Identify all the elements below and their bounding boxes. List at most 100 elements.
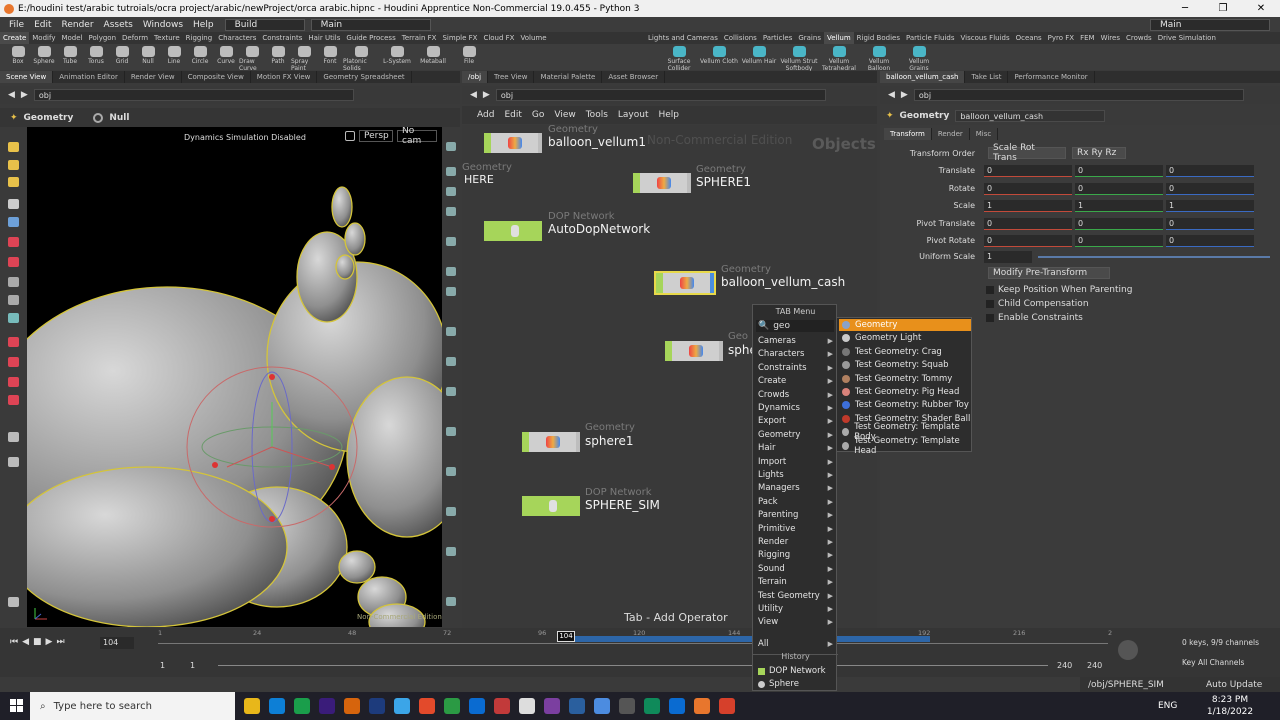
jump-end-icon[interactable]: ⏭ [56,637,64,647]
taskbar-app-icon[interactable] [569,698,585,714]
build-desktop-select[interactable]: Build [224,18,305,31]
shelf-tab[interactable]: Polygon [86,32,120,44]
params-forward-icon[interactable]: ▶ [901,90,908,100]
enable-constraints-checkbox[interactable]: Enable Constraints [986,313,1083,323]
display-ghost-icon[interactable] [446,207,456,216]
tab-menu-item[interactable]: Crowds ▶ [758,390,836,400]
rig-tool-icon[interactable] [8,395,19,405]
shelf-tab[interactable]: Grains [795,32,824,44]
network-menu-view[interactable]: View [549,110,580,120]
visibility-tool-icon[interactable] [8,432,19,442]
tab-menu-item[interactable]: Primitive ▶ [758,524,836,534]
current-frame-field[interactable]: 104 [100,637,134,649]
shelf-tool-button[interactable]: Vellum Cloth [699,44,739,65]
shelf-tool-button[interactable]: Platonic Solids [343,44,379,72]
tab-material-palette[interactable]: Material Palette [534,71,603,83]
tab-menu-item[interactable]: Export ▶ [758,416,836,426]
shelf-tab[interactable]: Drive Simulation [1155,32,1219,44]
menu-render[interactable]: Render [57,20,99,30]
paint-tool-icon[interactable] [8,357,19,367]
shelf-tab[interactable]: Terrain FX [399,32,440,44]
transform-order-select[interactable]: Scale Rot Trans [988,143,1066,163]
tab-menu-item[interactable]: Pack ▶ [758,497,836,507]
tab-composite-view[interactable]: Composite View [182,71,251,83]
node-sphere-partial[interactable] [665,341,723,361]
display-shade-icon[interactable] [446,187,456,196]
main-desktop-select[interactable]: Main [310,18,431,31]
taskbar-app-icon[interactable] [394,698,410,714]
shelf-tab[interactable]: Collisions [721,32,760,44]
network-menu-help[interactable]: Help [654,110,685,120]
taskbar-app-icon[interactable] [644,698,660,714]
rotation-order-select[interactable]: Rx Ry Rz [1072,147,1126,159]
shelf-tab[interactable]: Viscous Fluids [958,32,1013,44]
shelf-tab[interactable]: Vellum [823,32,854,44]
uniform-scale-field[interactable]: 1 [984,251,1032,263]
param-field[interactable]: 0 [1075,182,1163,195]
history-item-dop-network[interactable]: DOP Network [758,666,836,676]
param-field[interactable]: 0 [984,165,1072,177]
taskbar-app-icon[interactable] [244,698,260,714]
taskbar-app-icon[interactable] [294,698,310,714]
node-autodopnetwork[interactable] [484,221,542,241]
tab-performance-monitor[interactable]: Performance Monitor [1008,71,1095,83]
tab-menu-item[interactable]: Render ▶ [758,537,836,547]
tab-menu-item[interactable]: Dynamics ▶ [758,403,836,413]
shelf-tool-button[interactable]: Path [265,44,291,65]
shelf-tab[interactable]: Characters [215,32,259,44]
forward-arrow-icon[interactable]: ▶ [21,90,28,100]
param-field[interactable]: 0 [984,182,1072,195]
display-camera-icon[interactable] [446,237,456,246]
shelf-tab[interactable]: Lights and Cameras [645,32,721,44]
menu-assets[interactable]: Assets [99,20,138,30]
taskbar-app-icon[interactable] [319,698,335,714]
move-tool-icon[interactable] [8,160,19,170]
shelf-tool-button[interactable]: Line [161,44,187,65]
jump-start-icon[interactable]: ⏮ [10,637,18,647]
taskbar-date[interactable]: 1/18/2022 [1205,707,1255,717]
current-frame-marker[interactable]: 104 [557,631,575,642]
node-sphere-sim[interactable] [522,496,580,516]
taskbar-app-icon[interactable] [369,698,385,714]
menu-edit[interactable]: Edit [29,20,56,30]
shelf-tool-button[interactable]: Circle [187,44,213,65]
tab-misc[interactable]: Misc [970,128,999,140]
shelf-tool-button[interactable]: Surface Collider [659,44,699,72]
network-menu-edit[interactable]: Edit [499,110,526,120]
taskbar-app-icon[interactable] [344,698,360,714]
shelf-tool-button[interactable]: Vellum Tetrahedral [819,44,859,72]
shelf-tab[interactable]: Deform [119,32,151,44]
align-tool-icon[interactable] [8,313,19,323]
back-arrow-icon[interactable]: ◀ [8,90,15,100]
keep-position-checkbox[interactable]: Keep Position When Parenting [986,285,1132,295]
tab-menu-item[interactable]: Managers ▶ [758,483,836,493]
shelf-tool-button[interactable]: File [451,44,487,65]
display-grid-icon[interactable] [446,287,456,296]
taskbar-app-icon[interactable] [444,698,460,714]
param-field[interactable]: 1 [1075,200,1163,212]
tab-render-view[interactable]: Render View [125,71,182,83]
stop-icon[interactable]: ■ [33,637,42,647]
shelf-tab[interactable]: Rigid Bodies [854,32,903,44]
view-tool-icon[interactable] [8,199,19,209]
camera-menu[interactable]: No cam [397,127,437,146]
network-back-icon[interactable]: ◀ [470,90,477,100]
taskbar-app-icon[interactable] [419,698,435,714]
tab-menu-item[interactable]: Geometry ▶ [758,430,836,440]
tab-menu-item[interactable]: Import ▶ [758,457,836,467]
shelf-tool-button[interactable]: Sphere [31,44,57,65]
display-light-icon[interactable] [446,267,456,276]
display-uv-icon[interactable] [446,387,456,396]
param-field[interactable]: 0 [1166,182,1254,195]
tab-menu-item[interactable]: Hair ▶ [758,443,836,453]
shelf-tab[interactable]: Simple FX [439,32,480,44]
display-bbox-icon[interactable] [446,427,456,436]
shelf-tab[interactable]: Wires [1098,32,1123,44]
display-normal-icon[interactable] [446,357,456,366]
network-path-field[interactable]: obj [495,89,826,101]
shelf-tab[interactable]: Pyro FX [1045,32,1077,44]
shelf-tab[interactable]: Modify [29,32,58,44]
auto-update-menu[interactable]: Auto Update [1206,680,1262,690]
taskbar-app-icon[interactable] [494,698,510,714]
right-desktop-select[interactable]: Main [1150,18,1270,31]
